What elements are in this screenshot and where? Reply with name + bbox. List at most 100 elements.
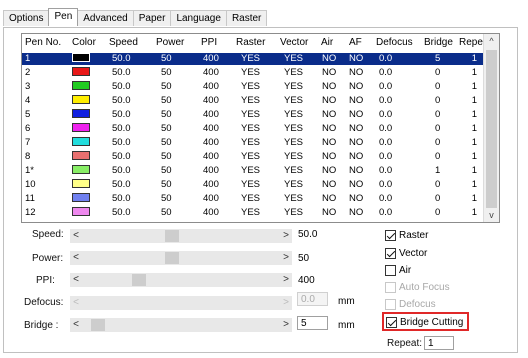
pen-cell-vector: YES <box>284 81 304 92</box>
pen-cell-vector: YES <box>284 67 304 78</box>
tab-advanced[interactable]: Advanced <box>77 10 134 26</box>
air-check-icon[interactable] <box>385 264 396 276</box>
pen-cell-repeat: 1 <box>471 81 477 92</box>
speed-slider[interactable]: < > <box>70 229 292 243</box>
pen-cell-bridge: 0 <box>435 67 441 78</box>
ppi-label: PPI: <box>36 275 55 286</box>
pen-cell-power: 50 <box>161 67 172 78</box>
pen-cell-vector: YES <box>284 207 304 218</box>
pen-cell-defocus: 0.0 <box>379 165 393 176</box>
pen-cell-defocus: 0.0 <box>379 207 393 218</box>
pen-row[interactable]: 8 50.0 50 400 YES YES NO NO 0.0 0 1 <box>22 151 485 163</box>
pen-row[interactable]: 6 50.0 50 400 YES YES NO NO 0.0 0 1 <box>22 123 485 135</box>
ppi-decrease-arrow[interactable]: < <box>70 273 82 287</box>
power-increase-arrow[interactable]: > <box>280 251 292 265</box>
power-label: Power: <box>32 253 64 264</box>
pen-cell-bridge: 0 <box>435 81 441 92</box>
pen-cell-af: NO <box>349 193 364 204</box>
pen-row[interactable]: 4 50.0 50 400 YES YES NO NO 0.0 0 1 <box>22 95 485 107</box>
vector-checkbox[interactable]: Vector <box>385 246 427 260</box>
raster-checkbox[interactable]: Raster <box>385 228 428 242</box>
pen-row[interactable]: 5 50.0 50 400 YES YES NO NO 0.0 0 1 <box>22 109 485 121</box>
tab-options[interactable]: Options <box>3 10 50 26</box>
pen-cell-ppi: 400 <box>203 53 219 64</box>
pen-cell-vector: YES <box>284 193 304 204</box>
air-checkbox-label: Air <box>399 264 412 276</box>
tab-pen[interactable]: Pen <box>48 8 79 26</box>
pen-cell-air: NO <box>322 109 337 120</box>
bridge-slider[interactable]: < > <box>70 318 292 332</box>
pen-cell-af: NO <box>349 53 364 64</box>
pen-color-swatch <box>72 67 90 76</box>
bridge-input[interactable]: 5 <box>297 316 328 330</box>
pen-cell-vector: YES <box>284 95 304 106</box>
ppi-slider-thumb[interactable] <box>131 274 146 286</box>
pen-cell-pen: 4 <box>25 95 31 106</box>
pen-row[interactable]: 3 50.0 50 400 YES YES NO NO 0.0 0 1 <box>22 81 485 93</box>
speed-decrease-arrow[interactable]: < <box>70 229 82 243</box>
pen-row[interactable]: 2 50.0 50 400 YES YES NO NO 0.0 0 1 <box>22 67 485 79</box>
pen-cell-pen: 11 <box>25 193 35 204</box>
pen-cell-af: NO <box>349 137 364 148</box>
pen-cell-ppi: 400 <box>203 179 219 190</box>
pen-row[interactable]: 7 50.0 50 400 YES YES NO NO 0.0 0 1 <box>22 137 485 149</box>
pen-cell-speed: 50.0 <box>112 53 131 64</box>
pen-color-swatch <box>72 95 90 104</box>
pen-row[interactable]: 1* 50.0 50 400 YES YES NO NO 0.0 1 1 <box>22 165 485 177</box>
speed-value: 50.0 <box>298 229 318 240</box>
scroll-up-icon[interactable]: ^ <box>484 34 499 48</box>
pen-cell-vector: YES <box>284 151 304 162</box>
speed-slider-thumb[interactable] <box>164 230 179 242</box>
vector-check-icon[interactable] <box>385 247 396 259</box>
air-checkbox[interactable]: Air <box>385 263 411 277</box>
pen-cell-speed: 50.0 <box>112 123 131 134</box>
tab-language[interactable]: Language <box>170 10 227 26</box>
pen-cell-repeat: 1 <box>471 67 477 78</box>
bridge-increase-arrow[interactable]: > <box>280 318 292 332</box>
pen-cell-air: NO <box>322 207 337 218</box>
pen-cell-ppi: 400 <box>203 207 219 218</box>
pen-cell-pen: 12 <box>25 207 36 218</box>
ppi-slider[interactable]: < > <box>70 273 292 287</box>
scroll-thumb[interactable] <box>486 50 497 208</box>
pen-list[interactable]: Pen No. Color Speed Power PPI Raster Vector Air… <box>21 33 500 223</box>
pen-cell-pen: 2 <box>25 67 31 78</box>
pen-cell-power: 50 <box>161 95 172 106</box>
column-header-vector: Vector <box>280 37 309 48</box>
power-slider-thumb[interactable] <box>164 252 179 264</box>
ppi-increase-arrow[interactable]: > <box>280 273 292 287</box>
pen-row[interactable]: 10 50.0 50 400 YES YES NO NO 0.0 0 1 <box>22 179 485 191</box>
pen-cell-repeat: 1 <box>471 123 477 134</box>
speed-label: Speed: <box>32 229 64 240</box>
pen-color-swatch <box>72 207 90 216</box>
pen-cell-speed: 50.0 <box>112 151 131 162</box>
pen-cell-speed: 50.0 <box>112 137 131 148</box>
pen-cell-bridge: 0 <box>435 151 441 162</box>
pen-cell-ppi: 400 <box>203 137 219 148</box>
defocus-decrease-arrow: < <box>73 297 79 308</box>
power-slider[interactable]: < > <box>70 251 292 265</box>
scroll-down-icon[interactable]: v <box>484 208 499 222</box>
pen-cell-repeat: 1 <box>471 165 477 176</box>
raster-check-icon[interactable] <box>385 229 396 241</box>
repeat-input[interactable]: 1 <box>424 336 454 350</box>
speed-increase-arrow[interactable]: > <box>280 229 292 243</box>
pen-row[interactable]: 1 50.0 50 400 YES YES NO NO 0.0 5 1 <box>22 53 485 65</box>
tab-paper[interactable]: Paper <box>132 10 172 26</box>
power-decrease-arrow[interactable]: < <box>70 251 82 265</box>
pen-cell-af: NO <box>349 81 364 92</box>
tab-raster[interactable]: Raster <box>225 10 268 26</box>
pen-cell-defocus: 0.0 <box>379 95 393 106</box>
repeat-label: Repeat: <box>387 338 423 349</box>
pen-row[interactable]: 12 50.0 50 400 YES YES NO NO 0.0 0 1 <box>22 207 485 219</box>
pen-cell-ppi: 400 <box>203 165 219 176</box>
pen-cell-defocus: 0.0 <box>379 193 393 204</box>
bridge-decrease-arrow[interactable]: < <box>70 318 82 332</box>
vector-checkbox-label: Vector <box>399 247 428 259</box>
bridge-slider-thumb[interactable] <box>91 319 106 331</box>
pen-row[interactable]: 11 50.0 50 400 YES YES NO NO 0.0 0 1 <box>22 193 485 205</box>
pen-list-scrollbar[interactable]: ^ v <box>483 34 499 222</box>
pen-cell-repeat: 1 <box>471 109 477 120</box>
pen-cell-repeat: 1 <box>471 193 477 204</box>
auto-focus-checkbox-label: Auto Focus <box>399 281 450 293</box>
